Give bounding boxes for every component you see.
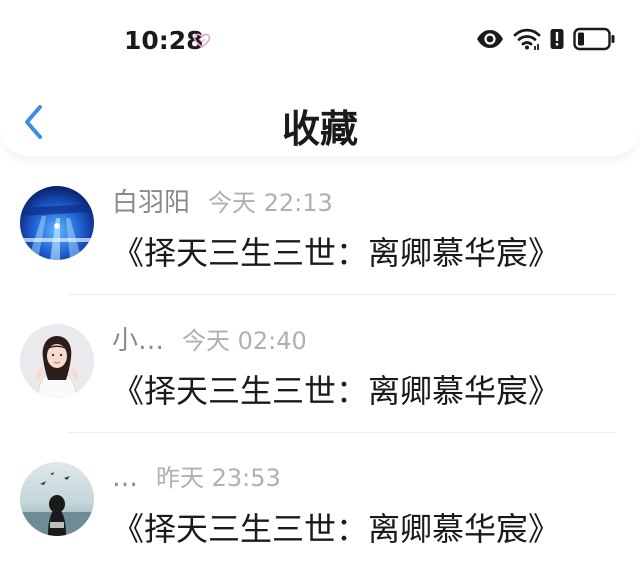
avatar[interactable] [20, 324, 94, 398]
sender-name: 小… [112, 326, 165, 356]
timestamp: 今天 02:40 [182, 327, 307, 355]
message-text: 《择天三生三世：离卿慕华宸》 [112, 372, 561, 410]
timestamp: 今天 22:13 [208, 189, 333, 217]
avatar[interactable] [20, 186, 94, 260]
meta-line: 小… 今天 02:40 [112, 320, 307, 357]
heart-icon [193, 32, 211, 50]
list-item[interactable]: 白羽阳 今天 22:13 《择天三生三世：离卿慕华宸》 [0, 156, 640, 295]
status-time: 10:28 [124, 26, 204, 55]
eye-icon [476, 29, 504, 53]
meta-line: 白羽阳 今天 22:13 [112, 182, 333, 219]
sender-name: … [112, 463, 138, 493]
status-icons [476, 27, 615, 55]
avatar[interactable] [20, 462, 94, 536]
header: 10:28 收藏 [0, 0, 640, 156]
message-text: 《择天三生三世：离卿慕华宸》 [112, 510, 561, 548]
nav-bar: 收藏 [0, 88, 640, 152]
list-item[interactable]: … 昨天 23:53 《择天三生三世：离卿慕华宸》 [0, 432, 640, 570]
sender-name: 白羽阳 [112, 188, 191, 218]
wifi-icon [513, 28, 541, 54]
battery-alert-icon [550, 28, 564, 54]
favorites-list: 白羽阳 今天 22:13 《择天三生三世：离卿慕华宸》 小… 今天 02:40 … [0, 156, 640, 570]
page-title: 收藏 [281, 107, 358, 151]
message-text: 《择天三生三世：离卿慕华宸》 [112, 234, 561, 272]
list-item[interactable]: 小… 今天 02:40 《择天三生三世：离卿慕华宸》 [0, 294, 640, 433]
timestamp: 昨天 23:53 [156, 464, 281, 492]
meta-line: … 昨天 23:53 [112, 458, 281, 493]
battery-icon [573, 27, 615, 55]
favorites-screen: 10:28 收藏 白羽阳 今天 22:13 《择天三生三世：离卿慕华宸》 小… … [0, 0, 640, 571]
status-bar: 10:28 [0, 0, 640, 82]
